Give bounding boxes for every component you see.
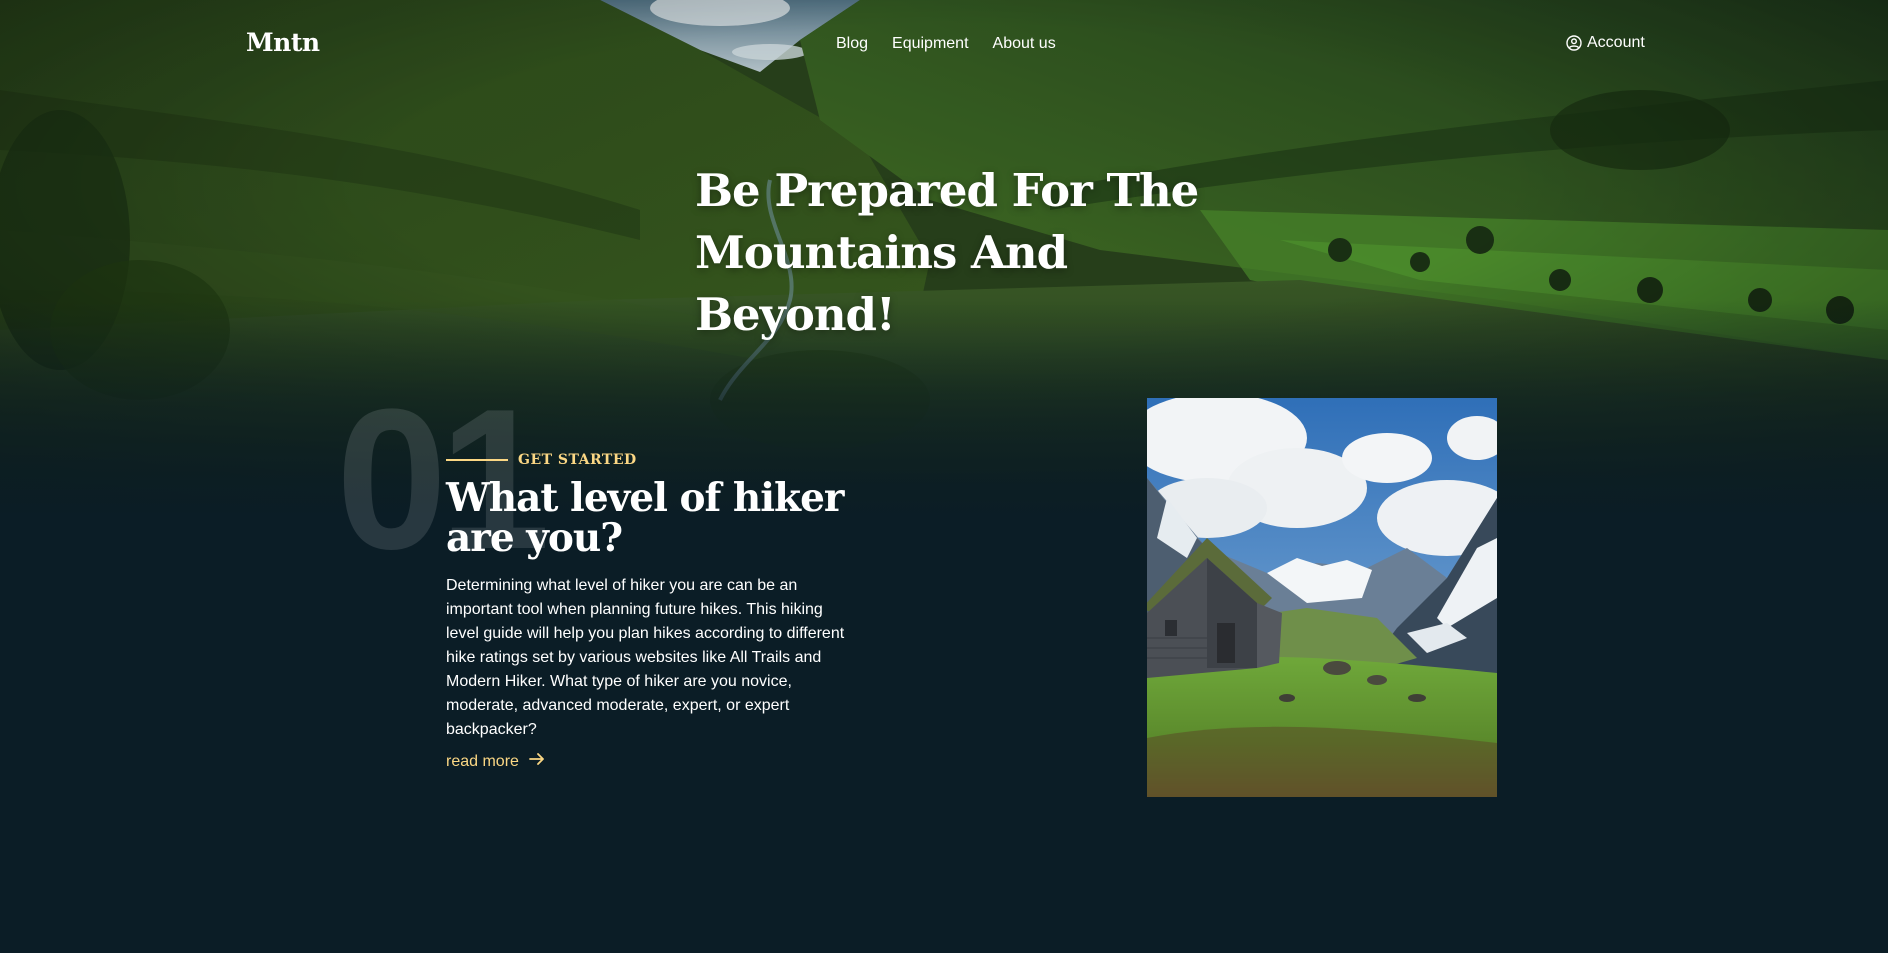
account-label: Account [1587,34,1645,51]
main-nav: Blog Equipment About us [836,35,1056,53]
site-header: Mntn Blog Equipment About us Account [0,0,1888,90]
read-more-label: read more [446,752,519,770]
arrow-right-icon [529,752,545,771]
section-body-text: Determining what level of hiker you are … [446,577,845,738]
logo[interactable]: Mntn [246,28,320,57]
cabin-mountain-photo [1147,398,1497,797]
read-more-link[interactable]: read more [446,752,545,771]
account-link[interactable]: Account [1566,34,1645,52]
eyebrow-label: GET STARTED [518,452,637,468]
section-eyebrow: GET STARTED [446,452,637,468]
nav-link-blog[interactable]: Blog [836,35,868,53]
section-title-line-2: are you? [446,515,623,561]
nav-link-about-us[interactable]: About us [993,35,1056,53]
section-title: What level of hiker are you? [446,478,866,558]
hero-title: Be Prepared For The Mountains And Beyond… [695,160,1255,346]
hero-title-line-1: Be Prepared For The [695,164,1199,217]
user-circle-icon [1566,35,1582,51]
page: Mntn Blog Equipment About us Account Be … [0,0,1888,953]
eyebrow-divider-line [446,459,508,461]
hero-title-line-2: Mountains And Beyond! [695,226,1068,341]
nav-link-equipment[interactable]: Equipment [892,35,969,53]
